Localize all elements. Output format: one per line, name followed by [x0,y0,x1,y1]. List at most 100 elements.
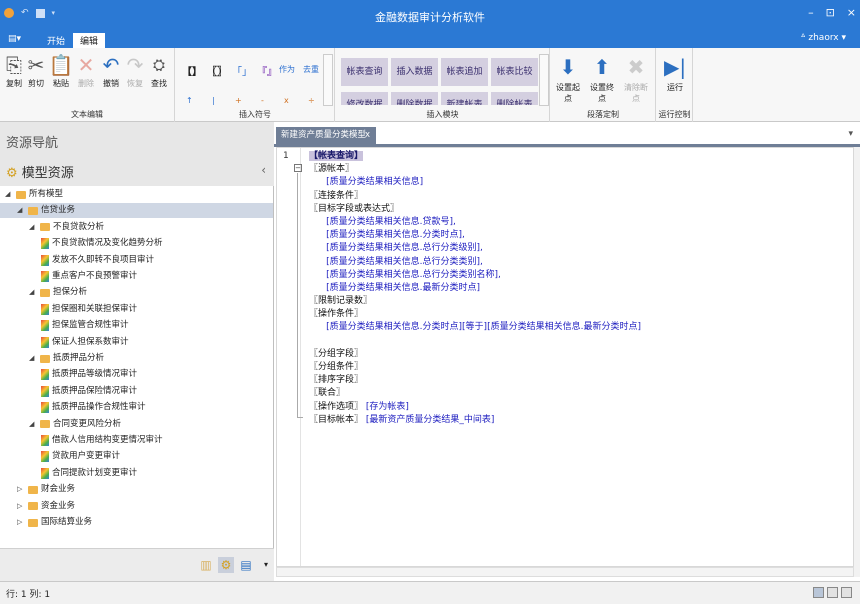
tree-item[interactable]: 重点客户不良预警审计 [41,269,137,284]
symbol-as[interactable]: 作为 [279,64,295,75]
minimize-button[interactable]: – [808,6,814,19]
editor-horizontal-scrollbar[interactable] [276,567,854,577]
expanded-arrow-icon[interactable]: ◢ [29,285,37,300]
symbol-minus[interactable]: - [261,96,264,105]
fold-toggle-icon[interactable]: − [294,164,302,172]
tree-item[interactable]: 保证人担保系数审计 [41,335,129,350]
tree-folder[interactable]: ◢ 抵质押品分析 [29,351,104,366]
symbol-plus[interactable]: + [235,96,242,105]
folder-icon [28,502,38,511]
layout-center-icon[interactable] [827,587,838,598]
code-keyword: 〖操作选项〗 [309,401,364,412]
tree-item[interactable]: 合同提款计划变更审计 [41,466,137,481]
tile-modify-data[interactable]: 修改数据 [341,92,388,105]
tree-item[interactable]: 担保圈和关联担保审计 [41,302,137,317]
tree-item[interactable]: 抵质押品保险情况审计 [41,384,137,399]
tree-label: 不良贷款分析 [53,221,105,232]
tree-folder[interactable]: ◢ 担保分析 [29,285,87,300]
tile-new-table[interactable]: 新建帐表 [441,92,488,105]
symbol-up[interactable]: ↑ [186,96,193,105]
tile-insert-data[interactable]: 插入数据 [391,58,438,86]
tree-folder[interactable]: ◢ 合同变更风险分析 [29,417,121,432]
document-tab[interactable]: 新建资产质量分类模型 x [276,127,376,144]
symbol-bold-bracket[interactable]: 【】 [182,63,202,78]
user-menu[interactable]: ᐞ zhaorx ▾ [801,33,846,43]
model-resources-header[interactable]: ⚙ 模型资源 ‹ [0,156,274,186]
report-icon [41,451,49,463]
tree-folder[interactable]: ▷ 财会业务 [17,482,75,497]
tree-item[interactable]: 担保监管合规性审计 [41,318,129,333]
tree-label: 抵质押品等级情况审计 [52,369,138,380]
report-icon [41,336,49,348]
tab-start[interactable]: 开始 [40,33,72,48]
symbol-white-corner-bracket[interactable]: 『』 [257,63,277,78]
symbol-times[interactable]: x [284,96,289,105]
report-view-icon[interactable]: ▤ [238,557,254,573]
tree-folder[interactable]: ◢ 所有模型 [5,187,63,202]
expanded-arrow-icon[interactable]: ◢ [29,351,37,366]
tab-edit[interactable]: 编辑 [73,33,106,48]
set-end-button[interactable]: ⬆ 设置终点 [587,52,617,104]
tree-folder[interactable]: ◢ 不良贷款分析 [29,220,104,235]
expanded-arrow-icon[interactable]: ◢ [29,417,37,432]
symbol-distinct[interactable]: 去重 [303,64,319,75]
tab-list-dropdown-icon[interactable]: ▾ [848,129,853,139]
set-start-button[interactable]: ⬇ 设置起点 [553,52,583,104]
paste-button[interactable]: 📋 粘贴 [47,52,75,89]
tree-item[interactable]: 借款人信用结构变更情况审计 [41,433,163,448]
expanded-arrow-icon[interactable]: ◢ [17,203,25,218]
clear-breakpoint-button[interactable]: ✖ 清除断点 [621,52,651,104]
report-icon [41,303,49,315]
delete-button[interactable]: ✕ 删除 [72,52,100,89]
collapsed-arrow-icon[interactable]: ▷ [17,499,25,514]
tree-item[interactable]: 抵质押品操作合规性审计 [41,400,146,415]
close-button[interactable]: × [847,6,856,19]
code-keyword: 〖限制记录数〗 [309,296,373,307]
find-button[interactable]: ⛭ 查找 [145,52,173,89]
expanded-arrow-icon[interactable]: ◢ [29,220,37,235]
code-keyword: 〖目标帐本〗 [309,414,364,425]
tree-folder[interactable]: ▷ 国际结算业务 [17,515,92,530]
tile-delete-data[interactable]: 删除数据 [391,92,438,105]
layout-left-icon[interactable] [813,587,824,598]
tile-compare[interactable]: 帐表比较 [491,58,538,86]
tree-item[interactable]: 不良贷款情况及变化趋势分析 [41,236,163,251]
tree-item[interactable]: 贷款用户变更审计 [41,449,120,464]
tree-folder[interactable]: ◢ 信贷业务 [17,203,75,218]
modules-scroll[interactable] [539,54,549,106]
folder-view-icon[interactable]: ▥ [198,557,214,573]
tree-item[interactable]: 抵质押品等级情况审计 [41,367,137,382]
report-icon [41,467,49,479]
maximize-button[interactable]: ⊡ [826,6,835,19]
editor-vertical-scrollbar[interactable] [854,147,860,577]
symbols-scroll[interactable] [323,54,333,106]
expanded-arrow-icon[interactable]: ◢ [5,187,13,202]
symbol-divide[interactable]: ÷ [308,96,315,105]
tile-append[interactable]: 帐表追加 [441,58,488,86]
layout-right-icon[interactable] [841,587,852,598]
tile-query[interactable]: 帐表查询 [341,58,388,86]
run-button[interactable]: ▶| 运行 [660,52,690,93]
ribbon: ⎘ 复制 ✂ 剪切 📋 粘贴 ✕ 删除 ↶ 撤销 ↷ 恢复 ⛭ 查找 文本编辑 【】 〖〗 「… [0,48,860,122]
collapsed-arrow-icon[interactable]: ▷ [17,482,25,497]
code-line: 【帐表查询】 [309,150,641,163]
symbol-corner-bracket[interactable]: 「」 [232,63,252,78]
close-tab-icon[interactable]: x [365,127,370,144]
collapse-chevron-icon[interactable]: ‹ [261,163,266,177]
file-menu-button[interactable]: ▤▾ [4,33,30,48]
tree-item[interactable]: 发放不久即转不良项目审计 [41,253,154,268]
tree-folder[interactable]: ▷ 资金业务 [17,499,75,514]
code-content[interactable]: 【帐表查询】 〖源帐本〗 [质量分类结果相关信息] 〖连接条件〗 〖目标字段或表达式〗… [309,150,641,427]
model-view-icon[interactable]: ⚙ [218,557,234,573]
code-editor[interactable]: 1 − 【帐表查询】 〖源帐本〗 [质量分类结果相关信息] 〖连接条件〗 〖目标字段或… [276,147,854,567]
code-line: [质量分类结果相关信息.最新分类时点] [309,282,641,295]
gutter-divider [300,148,301,566]
group-insert-symbol: 【】 〖〗 「」 『』 作为 去重 ↑ | + - x ÷ 插入符号 [176,48,335,122]
tile-delete-table[interactable]: 删除帐表 [491,92,538,105]
folder-icon [28,206,38,215]
cut-button[interactable]: ✂ 剪切 [22,52,50,89]
footer-more-icon[interactable]: ▾ [258,557,274,573]
symbol-hollow-bracket[interactable]: 〖〗 [207,63,227,78]
collapsed-arrow-icon[interactable]: ▷ [17,515,25,530]
symbol-pipe[interactable]: | [212,96,215,105]
